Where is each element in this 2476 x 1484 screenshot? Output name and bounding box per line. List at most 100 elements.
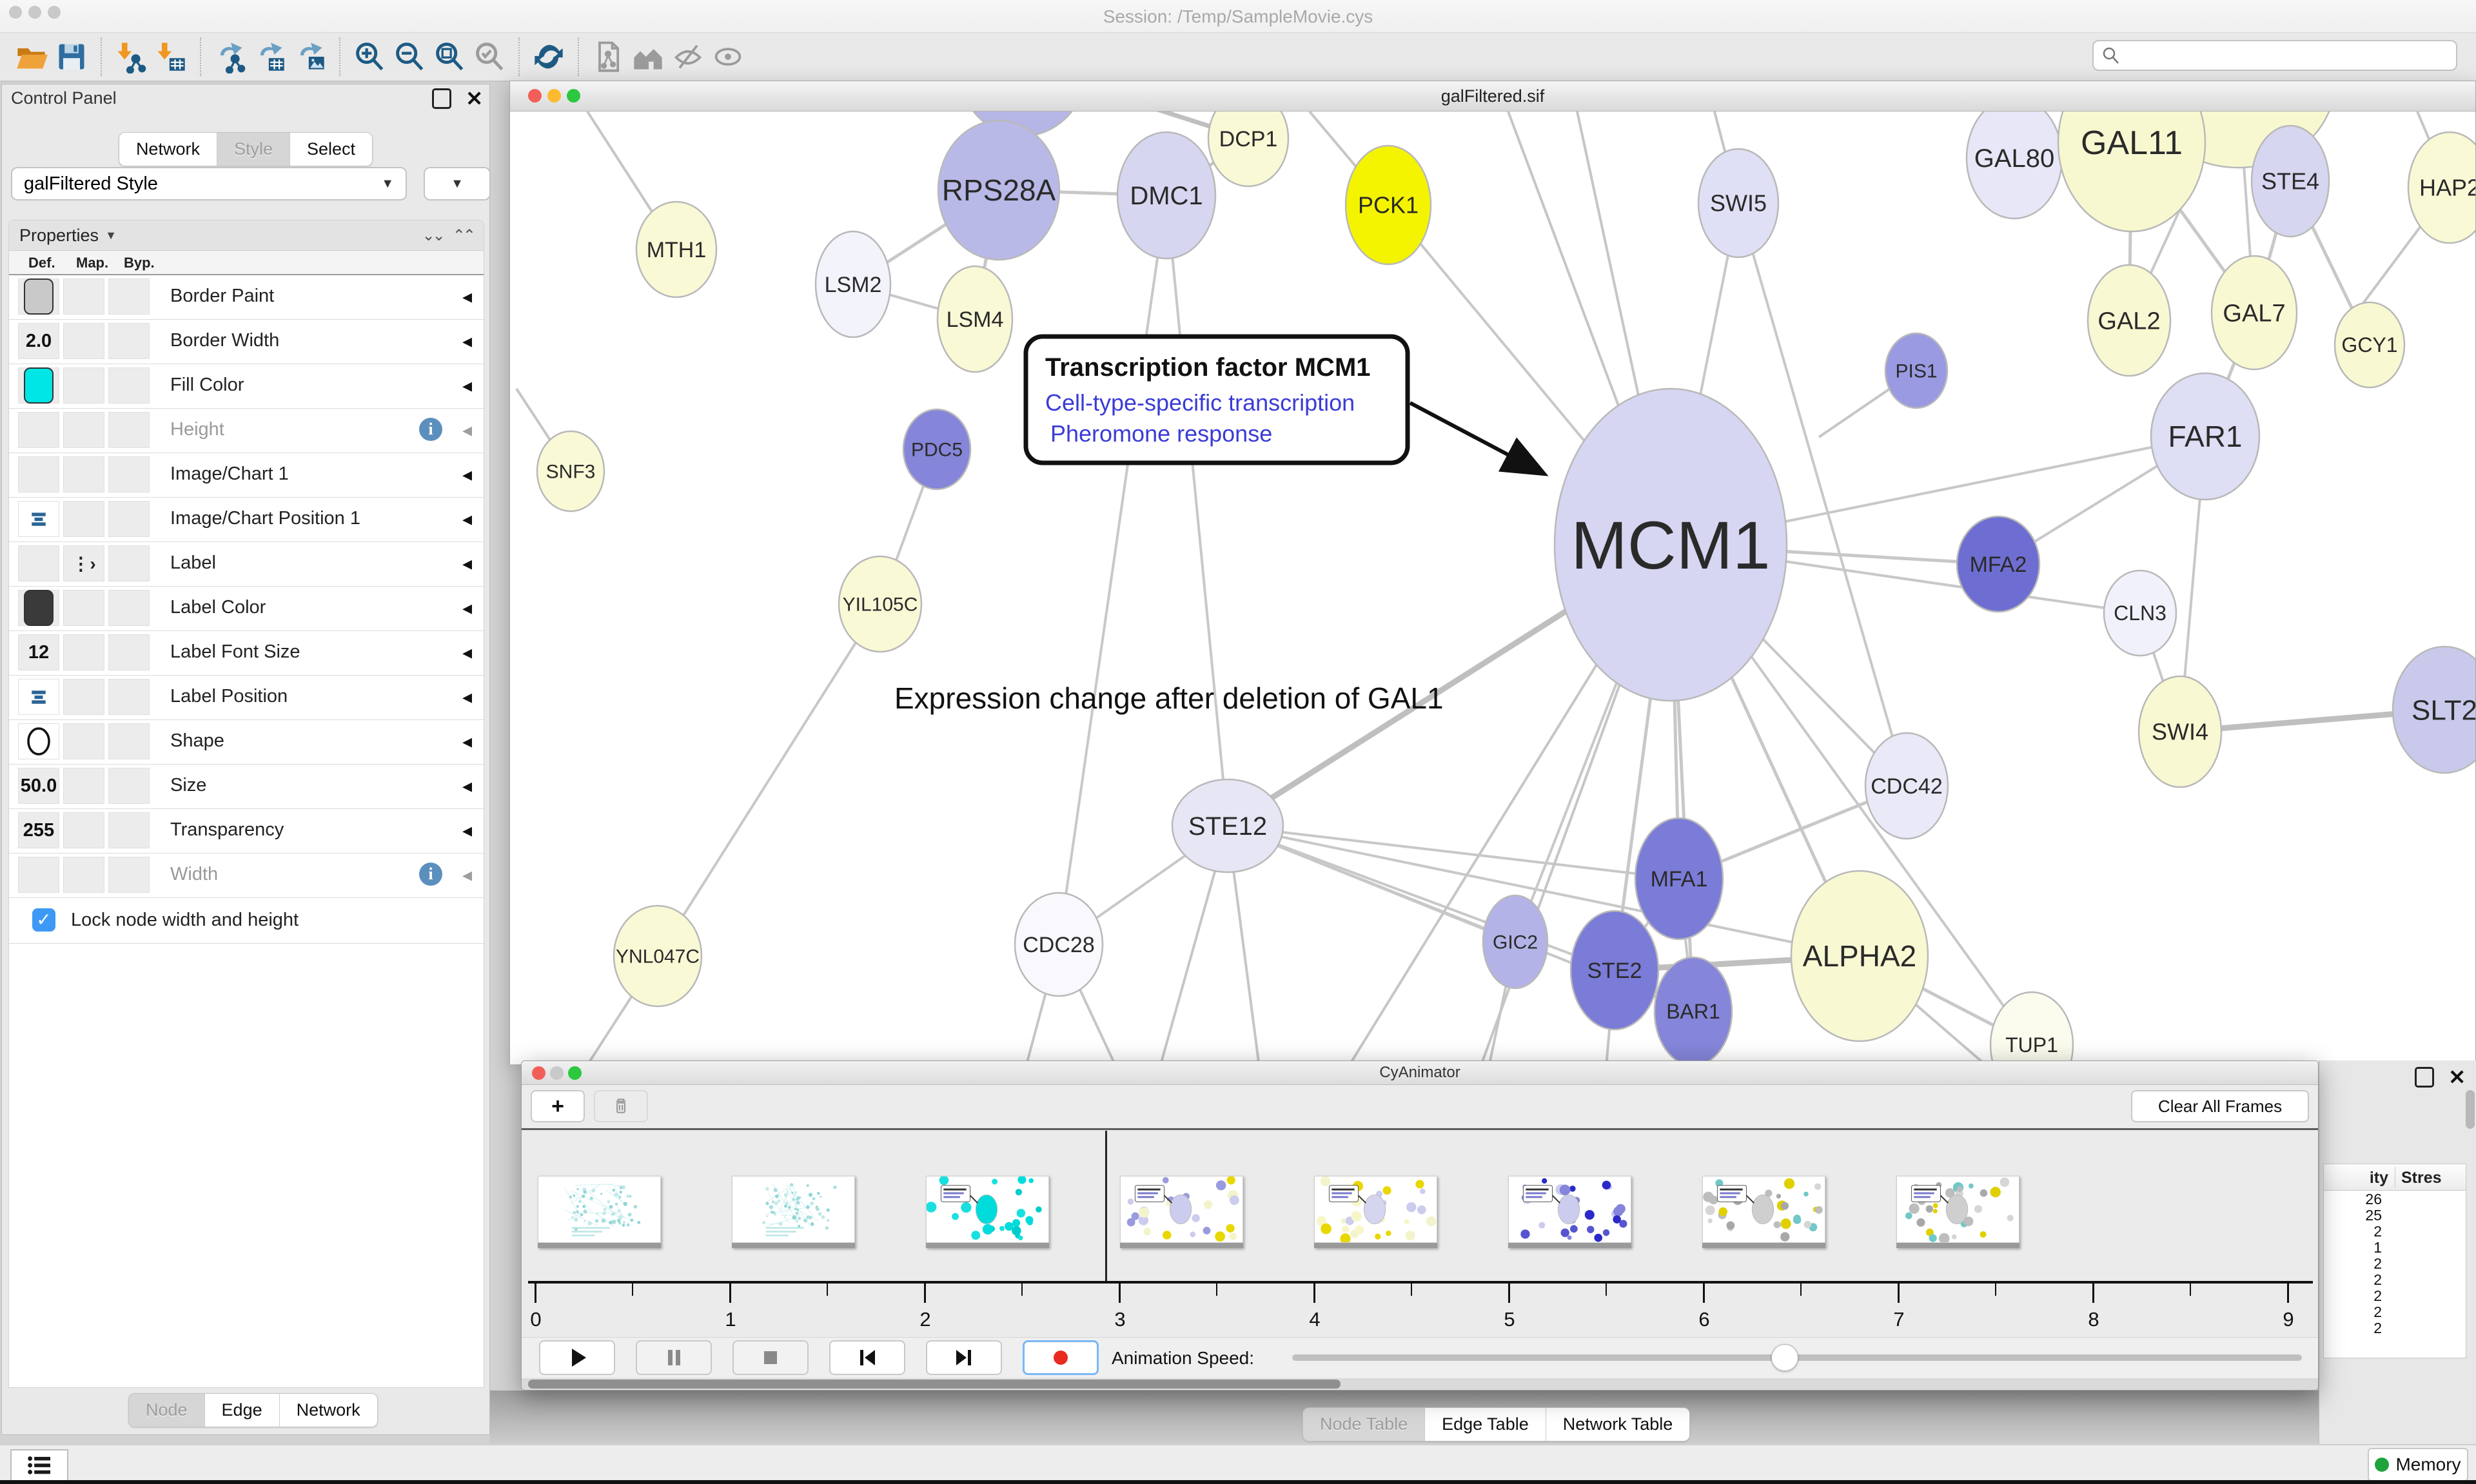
close-panel-icon[interactable]: ✕ bbox=[466, 90, 483, 107]
table-row[interactable]: 2 bbox=[2324, 1271, 2466, 1287]
mapping-cell[interactable] bbox=[63, 634, 104, 670]
play-button[interactable] bbox=[539, 1340, 615, 1375]
bypass-cell[interactable] bbox=[108, 367, 150, 404]
zoom-out-button[interactable] bbox=[389, 37, 429, 77]
property-row-label-position[interactable]: Label Position◂ bbox=[9, 676, 484, 720]
clear-all-frames-button[interactable]: Clear All Frames bbox=[2131, 1090, 2309, 1122]
expand-property-icon[interactable]: ◂ bbox=[462, 641, 472, 664]
network-node-MFA1[interactable]: MFA1 bbox=[1635, 818, 1723, 939]
network-node-DMC1[interactable]: DMC1 bbox=[1117, 132, 1215, 259]
hide-eye-button[interactable] bbox=[668, 37, 708, 77]
memory-button[interactable]: Memory bbox=[2368, 1448, 2468, 1481]
network-node-MFA2[interactable]: MFA2 bbox=[1957, 516, 2039, 612]
property-row-height[interactable]: Heighti◂ bbox=[9, 409, 484, 453]
network-node-HAP2[interactable]: HAP2 bbox=[2408, 132, 2475, 243]
bypass-cell[interactable] bbox=[108, 812, 150, 848]
pause-button[interactable] bbox=[636, 1340, 712, 1375]
default-value-cell[interactable] bbox=[18, 857, 59, 893]
keyframe-thumbnail-1s[interactable] bbox=[732, 1176, 855, 1248]
bypass-cell[interactable] bbox=[108, 501, 150, 537]
property-row-width[interactable]: Widthi◂ bbox=[9, 854, 484, 898]
mapping-cell[interactable] bbox=[63, 723, 104, 759]
network-node-DCP1[interactable]: DCP1 bbox=[1208, 112, 1288, 186]
lock-node-size-checkbox[interactable]: ✓ bbox=[32, 908, 55, 932]
tab-edge[interactable]: Edge bbox=[205, 1394, 280, 1427]
default-value-cell[interactable] bbox=[18, 501, 59, 537]
expand-property-icon[interactable]: ◂ bbox=[462, 464, 472, 486]
expand-property-icon[interactable]: ◂ bbox=[462, 819, 472, 842]
property-row-size[interactable]: 50.0Size◂ bbox=[9, 765, 484, 809]
expand-property-icon[interactable]: ◂ bbox=[462, 375, 472, 397]
expand-property-icon[interactable]: ◂ bbox=[462, 686, 472, 708]
default-value-cell[interactable]: 255 bbox=[18, 812, 59, 848]
mapping-cell[interactable] bbox=[63, 323, 104, 359]
network-canvas[interactable]: GAL80GAL11DCP1RPS28ADMC1PCK1SWI5STE4HAP2… bbox=[510, 112, 2475, 1064]
network-node-ALPHA2[interactable]: ALPHA2 bbox=[1791, 871, 1928, 1041]
table-row[interactable]: 25 bbox=[2324, 1207, 2466, 1223]
node-table[interactable]: ity Stres 26252122222 bbox=[2323, 1164, 2466, 1358]
record-button[interactable] bbox=[1023, 1340, 1099, 1375]
table-row[interactable]: 26 bbox=[2324, 1191, 2466, 1207]
bypass-cell[interactable] bbox=[108, 590, 150, 626]
table-row[interactable]: 1 bbox=[2324, 1239, 2466, 1255]
tab-node[interactable]: Node bbox=[129, 1394, 205, 1427]
network-node-LSM2[interactable]: LSM2 bbox=[816, 231, 890, 337]
add-frame-button[interactable]: + bbox=[531, 1090, 585, 1122]
mapping-cell[interactable] bbox=[63, 367, 104, 404]
timeline[interactable]: 0123456789 Seconds bbox=[522, 1130, 2318, 1336]
network-node-CDC28[interactable]: CDC28 bbox=[1015, 893, 1103, 996]
property-row-border-paint[interactable]: Border Paint◂ bbox=[9, 275, 484, 320]
table-scrollbar[interactable] bbox=[2466, 1090, 2475, 1129]
hscrollbar-thumb[interactable] bbox=[528, 1380, 1341, 1389]
mapping-cell[interactable] bbox=[63, 278, 104, 315]
network-node-PIS1[interactable]: PIS1 bbox=[1885, 333, 1947, 408]
delete-frame-button[interactable] bbox=[594, 1090, 648, 1122]
bypass-cell[interactable] bbox=[108, 323, 150, 359]
bypass-cell[interactable] bbox=[108, 456, 150, 493]
network-edge[interactable] bbox=[1059, 195, 1166, 944]
tab-network-table[interactable]: Network Table bbox=[1546, 1408, 1690, 1441]
export-table-button[interactable] bbox=[250, 37, 290, 77]
float-panel-icon[interactable] bbox=[432, 88, 451, 109]
network-edge[interactable] bbox=[658, 604, 880, 956]
bypass-cell[interactable] bbox=[108, 857, 150, 893]
bypass-cell[interactable] bbox=[108, 768, 150, 804]
property-row-transparency[interactable]: 255Transparency◂ bbox=[9, 809, 484, 854]
table-row[interactable]: 2 bbox=[2324, 1303, 2466, 1320]
style-select[interactable]: galFiltered Style ▼ bbox=[11, 167, 407, 200]
table-column-stress[interactable]: Stres bbox=[2401, 1169, 2442, 1187]
property-row-label[interactable]: ⋮›Label◂ bbox=[9, 542, 484, 587]
tab-edge-table[interactable]: Edge Table bbox=[1425, 1408, 1546, 1441]
tab-style[interactable]: Style bbox=[217, 133, 290, 166]
timeline-hscrollbar[interactable] bbox=[522, 1378, 2318, 1390]
timeline-playhead[interactable] bbox=[1105, 1131, 1107, 1281]
default-value-cell[interactable] bbox=[18, 545, 59, 581]
default-value-cell[interactable]: 50.0 bbox=[18, 768, 59, 804]
annotation-box[interactable]: Transcription factor MCM1Cell-type-speci… bbox=[1026, 337, 1542, 473]
animation-speed-slider[interactable] bbox=[1292, 1354, 2302, 1361]
network-node-YIL105C[interactable]: YIL105C bbox=[839, 556, 921, 652]
search-field[interactable] bbox=[2126, 45, 2456, 66]
mapping-cell[interactable] bbox=[63, 456, 104, 493]
annotation-link[interactable]: Cell-type-specific transcription bbox=[1045, 389, 1355, 416]
bypass-cell[interactable] bbox=[108, 723, 150, 759]
keyframe-thumbnail-0s[interactable] bbox=[538, 1176, 661, 1248]
info-icon[interactable]: i bbox=[419, 418, 442, 441]
keyframe-thumbnail-5s[interactable] bbox=[1508, 1176, 1631, 1248]
save-button[interactable] bbox=[52, 37, 92, 77]
expand-property-icon[interactable]: ◂ bbox=[462, 330, 472, 353]
stop-button[interactable] bbox=[732, 1340, 809, 1375]
style-options-button[interactable]: ▼ bbox=[424, 167, 491, 200]
close-panel-icon[interactable]: ✕ bbox=[2448, 1069, 2466, 1086]
network-node-PDC5[interactable]: PDC5 bbox=[903, 409, 970, 489]
skip-end-button[interactable] bbox=[926, 1340, 1002, 1375]
network-edge[interactable] bbox=[1166, 195, 1228, 826]
default-value-cell[interactable] bbox=[18, 723, 59, 759]
search-input[interactable] bbox=[2092, 40, 2457, 71]
table-row[interactable]: 2 bbox=[2324, 1320, 2466, 1336]
mapping-cell[interactable] bbox=[63, 412, 104, 448]
skip-start-button[interactable] bbox=[829, 1340, 905, 1375]
keyframe-thumbnail-2s[interactable] bbox=[926, 1176, 1049, 1248]
network-node-GIC2[interactable]: GIC2 bbox=[1483, 895, 1548, 988]
default-value-cell[interactable] bbox=[18, 590, 59, 626]
